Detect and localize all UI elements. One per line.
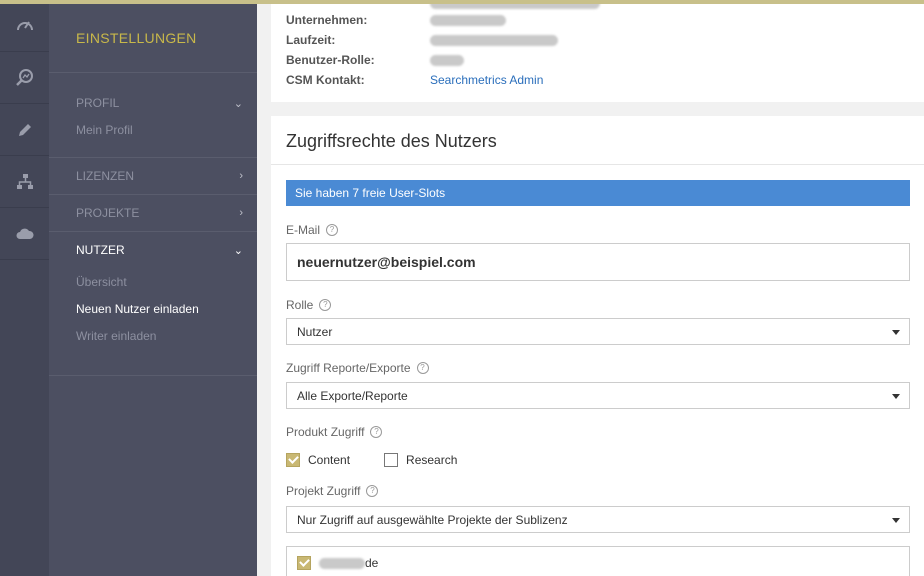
nav-head-profil[interactable]: PROFIL ⌄ [49,87,257,119]
main-content: Unternehmen: Laufzeit: Benutzer-Rolle: C… [257,0,924,576]
redacted-value [430,55,464,66]
info-label-unternehmen: Unternehmen: [286,13,368,27]
help-icon[interactable]: ? [370,426,383,438]
nav-section-lizenzen: LIZENZEN › [49,158,257,195]
projekt-label: Projekt Zugriff [286,484,361,498]
info-row-laufzeit: Laufzeit: [286,33,558,49]
nav-title: EINSTELLUNGEN [49,0,257,73]
pencil-icon [18,123,31,136]
redacted-value [319,557,365,569]
projekt-select-value: Nur Zugriff auf ausgewählte Projekte der… [297,513,568,527]
reporte-select[interactable]: Alle Exporte/Reporte [286,382,910,409]
rolle-label: Rolle [286,298,314,312]
project-domain-suffix: de [365,556,379,570]
rolle-select-value: Nutzer [297,325,333,339]
settings-nav: EINSTELLUNGEN PROFIL ⌄ Mein Profil LIZEN… [49,0,257,576]
chevron-down-icon: ⌄ [233,97,243,110]
nav-section-profil: PROFIL ⌄ Mein Profil [49,73,257,158]
project-list: de [286,546,910,576]
free-slots-banner: Sie haben 7 freie User-Slots [286,180,910,206]
content-checkbox-label: Content [308,453,351,467]
projekt-select[interactable]: Nur Zugriff auf ausgewählte Projekte der… [286,506,910,533]
access-rights-card: Zugriffsrechte des Nutzers Sie haben 7 f… [271,116,924,576]
help-icon[interactable]: ? [416,362,429,374]
email-input[interactable] [286,243,910,281]
reporte-label-row: Zugriff Reporte/Exporte ? [286,361,429,375]
divider [271,164,924,165]
rail-structure[interactable] [0,156,49,208]
nav-head-nutzer[interactable]: NUTZER ⌄ [49,232,257,268]
caret-down-icon [892,518,900,523]
produkt-label: Produkt Zugriff [286,425,365,439]
nav-head-projekte[interactable]: PROJEKTE › [49,195,257,231]
sitemap-icon [16,173,33,189]
help-icon[interactable]: ? [366,485,379,497]
csm-contact-link[interactable]: Searchmetrics Admin [430,73,543,89]
research-checkbox[interactable] [384,453,399,467]
account-info-card: Unternehmen: Laufzeit: Benutzer-Rolle: C… [271,0,924,102]
produkt-research-option[interactable]: Research [384,453,457,467]
info-label-rolle: Benutzer-Rolle: [286,53,375,67]
rolle-label-row: Rolle ? [286,298,332,312]
project-checkbox[interactable] [297,556,311,570]
nav-item-writer-einladen[interactable]: Writer einladen [49,322,257,349]
rail-editor[interactable] [0,104,49,156]
page-title: Zugriffsrechte des Nutzers [286,131,497,151]
info-label-laufzeit: Laufzeit: [286,33,336,47]
info-row-rolle: Benutzer-Rolle: [286,53,464,69]
email-label: E-Mail [286,223,321,237]
search-analytics-icon [15,68,33,86]
chevron-right-icon: › [239,207,243,219]
info-label-csm: CSM Kontakt: [286,73,365,87]
produkt-checkboxes: Content Research [286,453,491,467]
email-label-row: E-Mail ? [286,223,339,237]
nav-head-lizenzen-label: LIZENZEN [76,169,135,183]
rail-dashboard[interactable] [0,0,49,52]
project-list-item[interactable]: de [297,556,378,570]
cloud-icon [16,228,34,239]
chevron-down-icon: ⌄ [233,244,243,257]
nav-section-projekte: PROJEKTE › [49,195,257,232]
rail-cloud[interactable] [0,208,49,260]
redacted-value [430,15,506,26]
produkt-label-row: Produkt Zugriff ? [286,425,383,439]
nav-section-nutzer: NUTZER ⌄ Übersicht Neuen Nutzer einladen… [49,232,257,376]
reporte-label: Zugriff Reporte/Exporte [286,361,411,375]
nav-head-projekte-label: PROJEKTE [76,206,140,220]
content-checkbox[interactable] [286,453,300,467]
reporte-select-value: Alle Exporte/Reporte [297,389,408,403]
icon-rail [0,0,49,576]
rail-research[interactable] [0,52,49,104]
help-icon[interactable]: ? [319,299,332,311]
chevron-right-icon: › [239,170,243,182]
nav-item-uebersicht[interactable]: Übersicht [49,268,257,295]
research-checkbox-label: Research [406,453,458,467]
dashboard-gauge-icon [16,20,33,30]
top-accent-line [0,0,924,4]
info-row-unternehmen: Unternehmen: [286,13,506,29]
caret-down-icon [892,394,900,399]
info-row-csm: CSM Kontakt: Searchmetrics Admin [286,73,543,89]
nav-item-neuen-nutzer-einladen[interactable]: Neuen Nutzer einladen [49,295,257,322]
redacted-value [430,35,558,46]
nav-item-mein-profil[interactable]: Mein Profil [49,119,257,141]
caret-down-icon [892,330,900,335]
nav-head-profil-label: PROFIL [76,96,120,110]
rolle-select[interactable]: Nutzer [286,318,910,345]
nav-head-lizenzen[interactable]: LIZENZEN › [49,158,257,194]
nav-head-nutzer-label: NUTZER [76,243,125,257]
help-icon[interactable]: ? [326,224,339,236]
produkt-content-option[interactable]: Content [286,453,350,467]
projekt-label-row: Projekt Zugriff ? [286,484,379,498]
